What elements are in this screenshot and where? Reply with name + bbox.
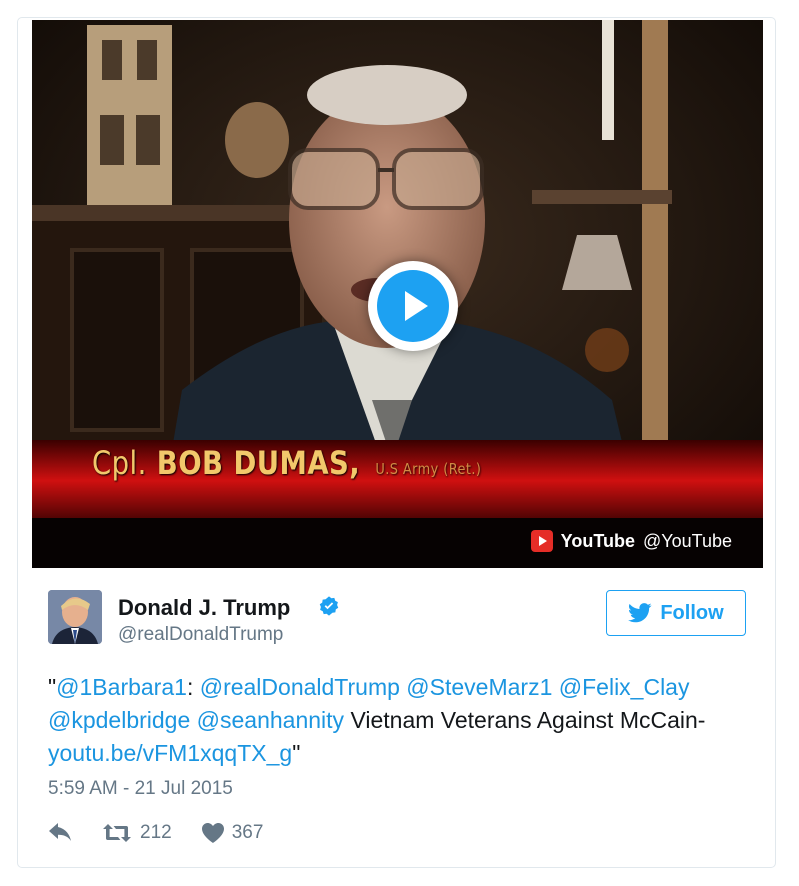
author-handle[interactable]: @realDonaldTrump — [118, 624, 283, 646]
video-caption: Cpl. BOB DUMAS, U.S Army (Ret.) — [92, 444, 481, 482]
mention-link[interactable]: @1Barbara1 — [56, 674, 187, 700]
youtube-attribution[interactable]: YouTube @YouTube — [530, 530, 732, 552]
mention-link[interactable]: @seanhannity — [197, 707, 344, 733]
mention-link[interactable]: @kpdelbridge — [48, 707, 190, 733]
tweet-actions: 212 367 — [48, 820, 293, 846]
youtube-icon — [530, 530, 553, 552]
author-name[interactable]: Donald J. Trump — [118, 595, 290, 621]
tweet-timestamp[interactable]: 5:59 AM - 21 Jul 2015 — [48, 778, 233, 800]
reply-icon — [49, 823, 71, 841]
mention-link[interactable]: @SteveMarz1 — [406, 674, 552, 700]
provider-name: YouTube — [560, 530, 635, 551]
mention-link[interactable]: @Felix_Clay — [559, 674, 690, 700]
twitter-bird-icon — [628, 603, 652, 623]
follow-label: Follow — [660, 601, 724, 624]
caption-subtitle: U.S Army (Ret.) — [375, 460, 482, 478]
like-button[interactable]: 367 — [201, 822, 264, 844]
play-icon — [377, 270, 449, 342]
caption-name: BOB DUMAS, — [156, 444, 361, 482]
verified-badge-icon — [319, 596, 339, 616]
youtube-link[interactable]: youtu.be/vFM1xqqTX_g — [48, 740, 292, 766]
retweet-icon — [103, 824, 131, 842]
play-button[interactable] — [368, 261, 458, 351]
retweet-count: 212 — [140, 822, 172, 843]
avatar[interactable] — [48, 590, 102, 644]
provider-handle: @YouTube — [642, 530, 732, 551]
caption-rank: Cpl. — [92, 444, 147, 482]
reply-button[interactable] — [48, 823, 72, 843]
like-count: 367 — [231, 822, 264, 843]
video-thumbnail[interactable]: Cpl. BOB DUMAS, U.S Army (Ret.) YouTube … — [32, 20, 763, 568]
tweet-text: "@1Barbara1: @realDonaldTrump @SteveMarz… — [48, 671, 748, 770]
close-quote: " — [292, 740, 301, 766]
open-quote: " — [48, 674, 57, 700]
colon-separator: : — [186, 674, 200, 700]
mention-link[interactable]: @realDonaldTrump — [200, 674, 400, 700]
heart-icon — [201, 823, 224, 843]
retweet-button[interactable]: 212 — [102, 822, 172, 844]
follow-button[interactable]: Follow — [606, 590, 746, 636]
embedded-tweet-card: Cpl. BOB DUMAS, U.S Army (Ret.) YouTube … — [17, 17, 776, 868]
tweet-body-text: Vietnam Veterans Against McCain- — [350, 707, 706, 733]
